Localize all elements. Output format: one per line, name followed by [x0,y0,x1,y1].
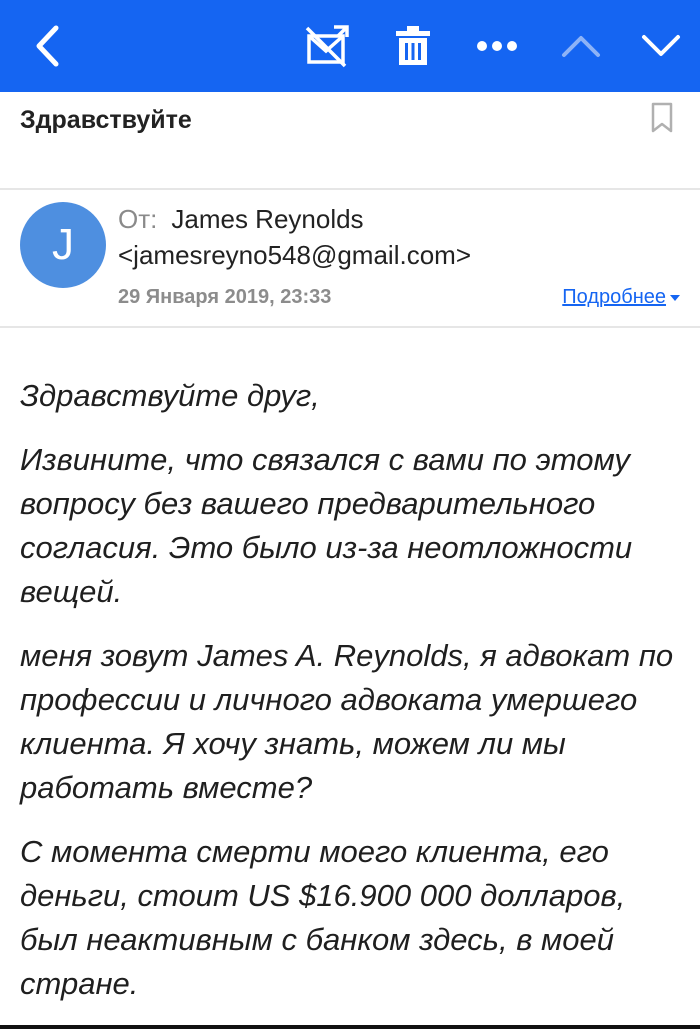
email-subject: Здравствуйте [20,106,192,134]
from-label: От: [118,204,158,234]
subject-row: Здравствуйте [0,92,700,190]
bookmark-button[interactable] [650,102,674,134]
mark-spam-button[interactable] [300,0,356,92]
sender-header: J От: James Reynolds <jamesreyno548@gmail… [0,190,700,328]
caret-down-icon [670,294,680,301]
chevron-up-icon [562,36,600,57]
from-line: От: James Reynolds [118,204,364,235]
chevron-down-icon [642,35,680,56]
more-button[interactable] [470,0,524,92]
email-date: 29 Января 2019, 23:33 [118,286,332,308]
top-toolbar [0,0,700,92]
delete-button[interactable] [388,0,438,92]
email-body: Здравствуйте друг, Извините, что связалс… [20,374,685,1026]
body-paragraph: С момента смерти моего клиента, его день… [20,834,626,1001]
bottom-edge [0,1025,700,1029]
sender-email: <jamesreyno548@gmail.com> [118,240,472,270]
trash-icon [396,26,430,65]
body-paragraph: Здравствуйте друг, [20,378,320,413]
avatar: J [20,202,106,288]
details-link[interactable]: Подробнее [562,286,680,309]
bookmark-icon [651,102,673,133]
body-paragraph: меня зовут James A. Reynolds, я адвокат … [20,638,674,805]
sender-name: James Reynolds [171,204,364,234]
next-message-button[interactable] [636,0,686,92]
previous-message-button[interactable] [556,0,606,92]
details-label: Подробнее [562,286,666,308]
back-button[interactable] [22,0,72,92]
more-horizontal-icon [477,41,517,51]
mark-spam-icon [305,25,349,68]
chevron-left-icon [36,25,59,67]
body-paragraph: Извините, что связался с вами по этому в… [20,442,633,609]
